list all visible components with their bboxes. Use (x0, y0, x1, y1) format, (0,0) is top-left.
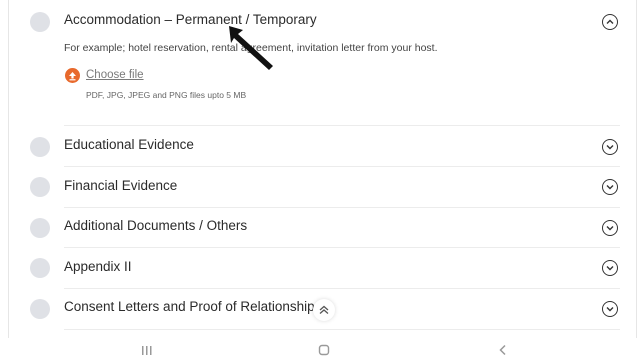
status-circle-icon (30, 299, 50, 319)
divider (64, 247, 620, 248)
upload-arrow-icon[interactable] (65, 68, 80, 83)
card-border-right (636, 0, 637, 338)
card-border-left (8, 0, 9, 338)
chevron-down-icon[interactable] (602, 139, 618, 155)
section-title[interactable]: Additional Documents / Others (64, 218, 247, 233)
section-title[interactable]: Educational Evidence (64, 137, 194, 152)
chevron-down-icon[interactable] (602, 301, 618, 317)
status-circle-icon (30, 177, 50, 197)
recent-apps-icon[interactable] (140, 344, 154, 356)
divider (64, 288, 620, 289)
section-title[interactable]: Appendix II (64, 259, 132, 274)
scroll-to-top-button[interactable] (313, 299, 335, 321)
chevron-down-icon[interactable] (602, 179, 618, 195)
double-chevron-up-icon (319, 305, 329, 314)
divider (64, 166, 620, 167)
choose-file-link[interactable]: Choose file (86, 69, 144, 81)
file-type-hint: PDF, JPG, JPEG and PNG files upto 5 MB (86, 90, 247, 100)
chevron-down-icon[interactable] (602, 260, 618, 276)
chevron-down-icon[interactable] (602, 220, 618, 236)
status-circle-icon (30, 137, 50, 157)
divider (64, 125, 620, 126)
chevron-up-icon[interactable] (602, 14, 618, 30)
section-title[interactable]: Consent Letters and Proof of Relationshi… (64, 299, 315, 314)
status-circle-icon (30, 218, 50, 238)
section-title[interactable]: Financial Evidence (64, 178, 177, 193)
documents-page: Accommodation – Permanent / Temporary Fo… (0, 0, 640, 360)
divider (64, 207, 620, 208)
back-icon[interactable] (496, 344, 510, 356)
system-nav-bar (0, 338, 640, 360)
home-icon[interactable] (317, 344, 331, 356)
mouse-pointer-icon (229, 26, 273, 70)
status-circle-icon (30, 12, 50, 32)
divider (64, 329, 620, 330)
section-title[interactable]: Accommodation – Permanent / Temporary (64, 12, 317, 27)
status-circle-icon (30, 258, 50, 278)
